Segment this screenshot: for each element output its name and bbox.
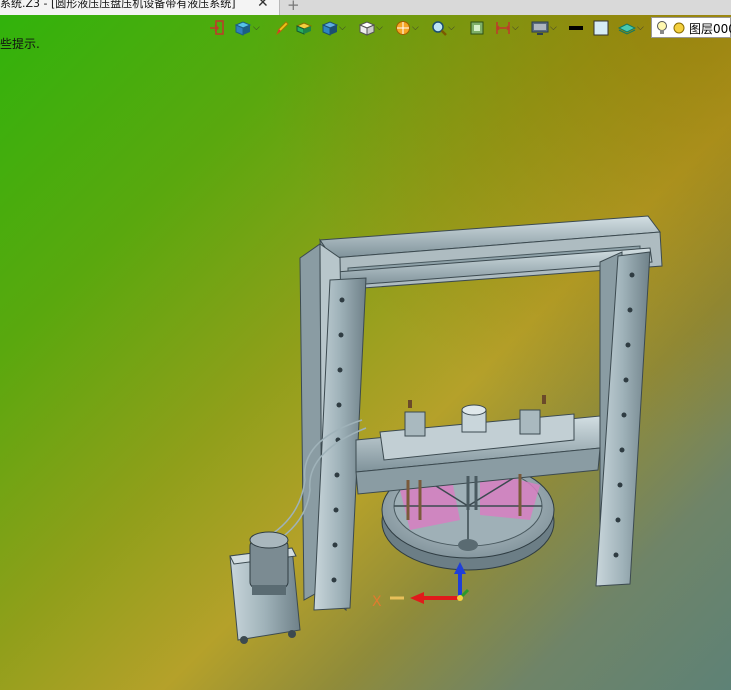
layer-status-icons bbox=[657, 21, 685, 34]
right-column bbox=[595, 251, 651, 587]
layer-stack-button[interactable]: ⌵ bbox=[618, 17, 644, 39]
zoom-button[interactable]: ⌵ bbox=[431, 17, 455, 39]
face-color-button[interactable] bbox=[593, 17, 609, 39]
cube-icon bbox=[322, 21, 338, 36]
chevron-down-icon[interactable]: ⌵ bbox=[339, 23, 346, 33]
layer-stack-icon bbox=[618, 23, 636, 35]
dimension-button[interactable]: ⌵ bbox=[495, 17, 519, 39]
view-orient-button[interactable]: ⌵ bbox=[234, 17, 260, 39]
layer-selector[interactable]: 图层0000 bbox=[651, 17, 731, 38]
render-icon bbox=[396, 21, 410, 35]
exit-button[interactable] bbox=[210, 17, 224, 39]
chevron-down-icon[interactable]: ⌵ bbox=[550, 23, 557, 33]
exit-icon bbox=[210, 20, 224, 35]
chevron-down-icon[interactable]: ⌵ bbox=[512, 23, 519, 33]
sun-icon bbox=[673, 22, 685, 34]
chevron-down-icon[interactable]: ⌵ bbox=[412, 23, 419, 33]
triad-x-label: X bbox=[372, 594, 382, 610]
line-color-icon bbox=[569, 26, 583, 30]
dimension-icon bbox=[496, 22, 510, 34]
cube-button[interactable]: ⌵ bbox=[322, 17, 346, 39]
view-toolbar: ⌵ ⌵ ⌵ ⌵ ⌵ ⌵ ⌵ ⌵ bbox=[205, 17, 655, 39]
wireframe-cube-icon bbox=[359, 21, 375, 36]
frame-icon bbox=[470, 21, 484, 35]
display-button[interactable]: ⌵ bbox=[531, 17, 557, 39]
display-icon bbox=[531, 21, 549, 35]
render-button[interactable]: ⌵ bbox=[395, 17, 419, 39]
view-orient-icon bbox=[234, 21, 252, 36]
lightbulb-icon bbox=[657, 21, 667, 34]
zoom-icon bbox=[432, 21, 447, 36]
left-column bbox=[299, 243, 367, 612]
hydraulic-power-unit bbox=[229, 531, 301, 644]
chevron-down-icon[interactable]: ⌵ bbox=[448, 23, 455, 33]
cad-model[interactable]: X bbox=[0, 0, 731, 690]
chevron-down-icon[interactable]: ⌵ bbox=[253, 23, 260, 33]
layer-name: 图层0000 bbox=[689, 22, 731, 36]
wireframe-button[interactable]: ⌵ bbox=[359, 17, 383, 39]
solid-box-icon bbox=[296, 22, 312, 35]
chevron-down-icon[interactable]: ⌵ bbox=[637, 23, 644, 33]
chevron-down-icon[interactable]: ⌵ bbox=[376, 23, 383, 33]
status-hint: 些提示. bbox=[0, 37, 40, 51]
pen-icon bbox=[275, 21, 289, 36]
solid-box-button[interactable] bbox=[296, 17, 312, 39]
sketch-button[interactable] bbox=[275, 17, 289, 39]
line-color-button[interactable] bbox=[569, 17, 583, 39]
frame-button[interactable] bbox=[469, 17, 485, 39]
face-color-icon bbox=[593, 20, 609, 36]
